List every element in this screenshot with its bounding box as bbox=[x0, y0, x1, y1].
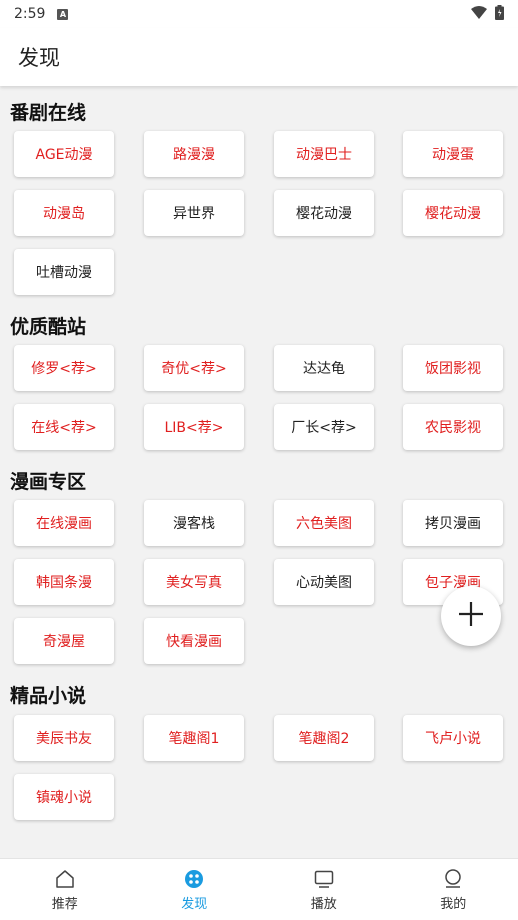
site-chip[interactable]: 樱花动漫 bbox=[274, 190, 374, 236]
status-time: 2:59 bbox=[14, 6, 46, 22]
nav-label-recommend: 推荐 bbox=[51, 896, 78, 912]
site-chip[interactable]: 路漫漫 bbox=[144, 131, 244, 177]
site-chip[interactable]: 快看漫画 bbox=[144, 618, 244, 664]
site-chip[interactable]: 美辰书友 bbox=[14, 715, 114, 761]
nav-item-discover[interactable]: 发现 bbox=[130, 859, 260, 920]
nav-label-profile: 我的 bbox=[440, 896, 467, 912]
site-chip[interactable]: 拷贝漫画 bbox=[403, 500, 503, 546]
nav-label-discover: 发现 bbox=[181, 896, 208, 912]
site-chip[interactable]: 在线<荐> bbox=[14, 404, 114, 450]
nav-item-play[interactable]: 播放 bbox=[259, 859, 389, 920]
site-chip[interactable]: 镇魂小说 bbox=[14, 774, 114, 820]
home-icon bbox=[54, 868, 76, 890]
site-chip[interactable]: 六色美图 bbox=[274, 500, 374, 546]
site-chip[interactable]: 笔趣阁1 bbox=[144, 715, 244, 761]
site-chip[interactable]: 达达龟 bbox=[274, 345, 374, 391]
site-chip[interactable]: 韩国条漫 bbox=[14, 559, 114, 605]
status-bar: 2:59 A bbox=[0, 0, 518, 28]
site-chip[interactable]: AGE动漫 bbox=[14, 131, 114, 177]
tv-icon bbox=[313, 868, 335, 890]
nav-item-recommend[interactable]: 推荐 bbox=[0, 859, 130, 920]
plus-icon bbox=[457, 600, 485, 632]
section-title-anime: 番剧在线 bbox=[10, 102, 87, 124]
notification-icon: A bbox=[57, 8, 69, 20]
site-chip[interactable]: 奇优<荐> bbox=[144, 345, 244, 391]
section-title-comics: 漫画专区 bbox=[10, 471, 87, 493]
section-title-novels: 精品小说 bbox=[10, 685, 87, 707]
site-chip[interactable]: 异世界 bbox=[144, 190, 244, 236]
nav-item-profile[interactable]: 我的 bbox=[389, 859, 518, 920]
site-chip[interactable]: 飞卢小说 bbox=[403, 715, 503, 761]
site-chip[interactable]: 奇漫屋 bbox=[14, 618, 114, 664]
status-icons bbox=[471, 4, 504, 24]
profile-icon bbox=[442, 868, 464, 890]
site-chip[interactable]: 在线漫画 bbox=[14, 500, 114, 546]
site-chip[interactable]: 动漫蛋 bbox=[403, 131, 503, 177]
app-bar: 发现 bbox=[0, 28, 518, 86]
site-chip[interactable]: 美女写真 bbox=[144, 559, 244, 605]
site-chip[interactable]: LIB<荐> bbox=[144, 404, 244, 450]
nav-label-play: 播放 bbox=[310, 896, 337, 912]
page-title: 发现 bbox=[18, 46, 60, 70]
site-chip[interactable]: 漫客栈 bbox=[144, 500, 244, 546]
bottom-nav: 推荐 发现 播放 我的 bbox=[0, 858, 518, 920]
discover-icon bbox=[183, 868, 205, 890]
site-chip[interactable]: 樱花动漫 bbox=[403, 190, 503, 236]
site-chip[interactable]: 笔趣阁2 bbox=[274, 715, 374, 761]
site-chip[interactable]: 动漫巴士 bbox=[274, 131, 374, 177]
site-chip[interactable]: 动漫岛 bbox=[14, 190, 114, 236]
site-chip[interactable]: 吐槽动漫 bbox=[14, 249, 114, 295]
discover-content[interactable]: 番剧在线 AGE动漫 路漫漫 动漫巴士 动漫蛋 动漫岛 异世界 樱花动漫 樱花动… bbox=[0, 86, 518, 858]
site-chip[interactable]: 厂长<荐> bbox=[274, 404, 374, 450]
battery-icon bbox=[495, 4, 504, 24]
wifi-icon bbox=[471, 5, 487, 23]
site-chip[interactable]: 农民影视 bbox=[403, 404, 503, 450]
add-button[interactable] bbox=[441, 586, 501, 646]
site-chip[interactable]: 修罗<荐> bbox=[14, 345, 114, 391]
site-chip[interactable]: 饭团影视 bbox=[403, 345, 503, 391]
site-chip[interactable]: 心动美图 bbox=[274, 559, 374, 605]
section-title-sites: 优质酷站 bbox=[10, 316, 87, 338]
